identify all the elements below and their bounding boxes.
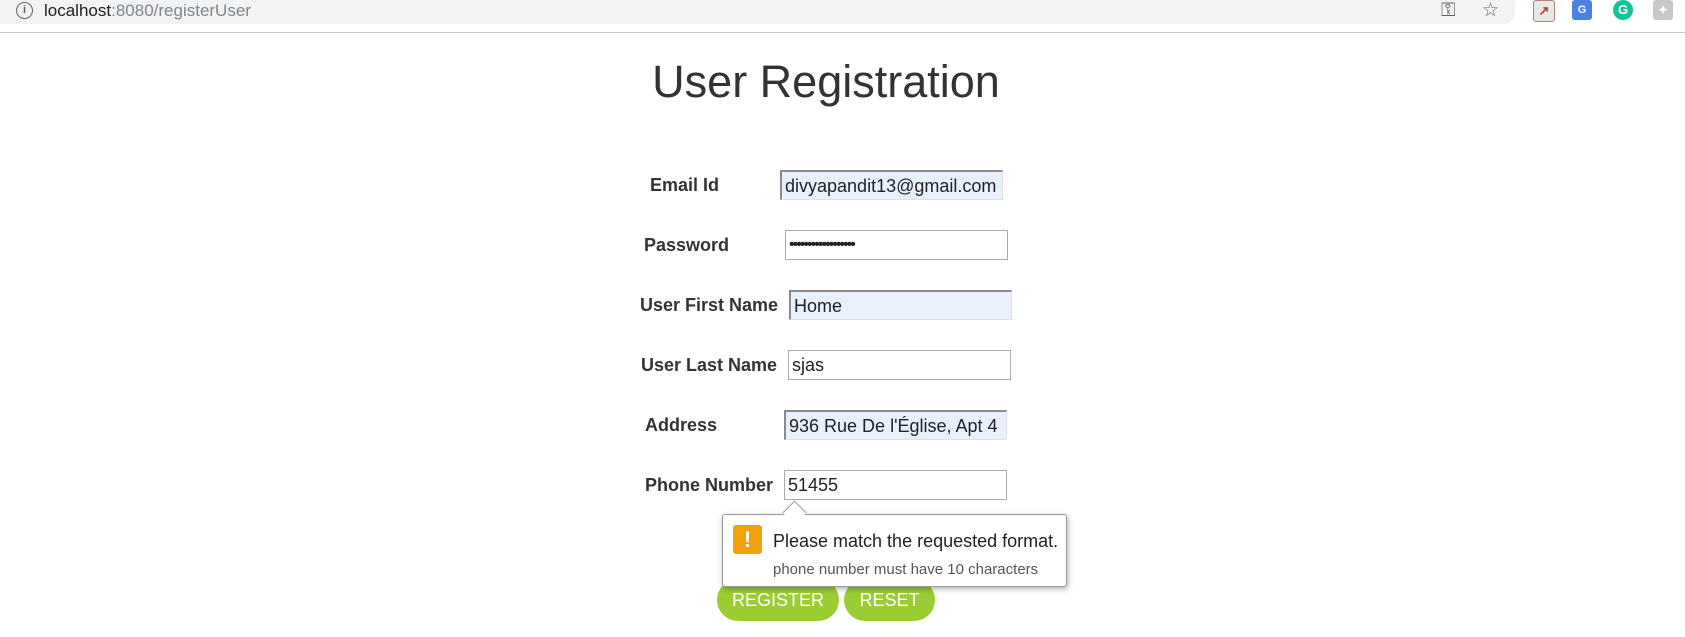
url-text[interactable]: localhost:8080/registerUser	[44, 0, 251, 22]
phone-field[interactable]: 51455	[784, 470, 1007, 500]
translate-extension-icon[interactable]: G	[1572, 0, 1592, 20]
address-field[interactable]: 936 Rue De l'Église, Apt 4	[784, 410, 1007, 440]
email-field[interactable]: divyapandit13@gmail.com	[780, 170, 1003, 200]
first-name-field[interactable]: Home	[789, 290, 1012, 320]
page-title: User Registration	[652, 56, 1000, 107]
address-bar[interactable]: i localhost:8080/registerUser ⚿ ☆	[0, 0, 1515, 24]
last-name-field[interactable]: sjas	[788, 350, 1011, 380]
extension-icon[interactable]: ✦	[1653, 0, 1673, 20]
address-label: Address	[645, 415, 718, 435]
toolbar-divider	[0, 32, 1685, 33]
last-name-label: User Last Name	[641, 355, 778, 375]
url-path: :8080/registerUser	[111, 1, 251, 20]
key-icon[interactable]: ⚿	[1441, 0, 1455, 22]
password-field[interactable]: ••••••••••••••••••	[785, 230, 1008, 260]
phone-label: Phone Number	[645, 475, 774, 495]
validation-tooltip: ! Please match the requested format. pho…	[722, 514, 1067, 587]
tooltip-detail: phone number must have 10 characters	[773, 561, 1039, 578]
password-label: Password	[644, 235, 730, 255]
pdf-extension-icon[interactable]: ↗	[1533, 0, 1555, 22]
info-icon[interactable]: i	[16, 2, 33, 19]
tooltip-message: Please match the requested format.	[773, 531, 1059, 551]
first-name-label: User First Name	[640, 295, 779, 315]
star-icon[interactable]: ☆	[1482, 0, 1499, 22]
email-label: Email Id	[650, 175, 720, 195]
url-host: localhost	[44, 1, 112, 20]
warning-icon: !	[733, 525, 762, 554]
grammarly-extension-icon[interactable]: G	[1613, 0, 1633, 20]
